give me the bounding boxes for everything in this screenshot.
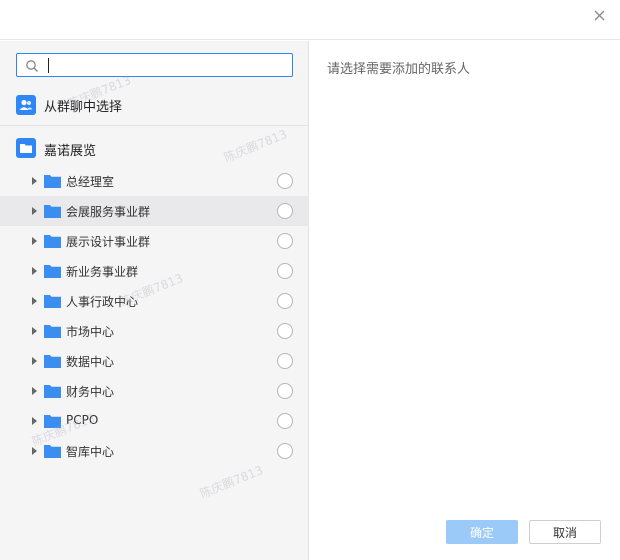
department-label: 财务中心 — [66, 385, 115, 399]
org-folder-icon — [16, 138, 36, 158]
department-label: PCPO — [66, 413, 99, 427]
department-label: 人事行政中心 — [66, 295, 139, 309]
folder-icon — [44, 355, 61, 368]
select-radio[interactable] — [277, 323, 293, 339]
expand-arrow-icon[interactable] — [32, 237, 37, 245]
expand-arrow-icon[interactable] — [32, 417, 37, 425]
confirm-button[interactable]: 确定 — [446, 520, 518, 544]
org-root-item[interactable]: 嘉诺展览 — [0, 133, 309, 163]
expand-arrow-icon[interactable] — [32, 297, 37, 305]
department-label: 智库中心 — [66, 445, 115, 459]
folder-icon — [44, 235, 61, 248]
department-row[interactable]: PCPO — [0, 406, 309, 436]
department-label: 总经理室 — [66, 175, 115, 189]
folder-icon — [44, 265, 61, 278]
folder-icon — [44, 325, 61, 338]
watermark: 陈庆鹏7813 — [197, 463, 265, 501]
folder-icon — [44, 205, 61, 218]
department-label: 展示设计事业群 — [66, 235, 151, 249]
expand-arrow-icon[interactable] — [32, 387, 37, 395]
text-caret — [48, 58, 49, 73]
expand-arrow-icon[interactable] — [32, 177, 37, 185]
department-row[interactable]: 总经理室 — [0, 166, 309, 196]
department-row[interactable]: 财务中心 — [0, 376, 309, 406]
select-radio[interactable] — [277, 203, 293, 219]
department-row[interactable]: 新业务事业群 — [0, 256, 309, 286]
department-row[interactable]: 会展服务事业群 — [0, 196, 309, 226]
expand-arrow-icon[interactable] — [32, 267, 37, 275]
select-radio[interactable] — [277, 443, 293, 459]
selection-hint: 请选择需要添加的联系人 — [327, 62, 471, 77]
org-root-label: 嘉诺展览 — [44, 144, 97, 159]
contact-picker-pane: 从群聊中选择 嘉诺展览 总经理室 会展服务事业群 展示设计事业群 新业务事业群 … — [0, 41, 309, 560]
folder-icon — [44, 415, 61, 428]
search-input[interactable] — [47, 56, 287, 74]
department-label: 数据中心 — [66, 355, 115, 369]
folder-icon — [44, 385, 61, 398]
group-select-label: 从群聊中选择 — [44, 100, 123, 115]
folder-icon — [44, 295, 61, 308]
department-row[interactable]: 人事行政中心 — [0, 286, 309, 316]
expand-arrow-icon[interactable] — [32, 357, 37, 365]
department-row[interactable]: 数据中心 — [0, 346, 309, 376]
select-from-group-chat-button[interactable]: 从群聊中选择 — [0, 87, 309, 123]
department-row[interactable]: 智库中心 — [0, 436, 309, 466]
close-button[interactable] — [588, 4, 610, 26]
select-radio[interactable] — [277, 233, 293, 249]
department-label: 会展服务事业群 — [66, 205, 151, 219]
search-box[interactable] — [16, 53, 293, 77]
select-radio[interactable] — [277, 173, 293, 189]
select-radio[interactable] — [277, 353, 293, 369]
search-icon — [26, 60, 38, 72]
folder-icon — [44, 175, 61, 188]
select-radio[interactable] — [277, 263, 293, 279]
department-list: 总经理室 会展服务事业群 展示设计事业群 新业务事业群 人事行政中心 市场中心 … — [0, 166, 309, 466]
expand-arrow-icon[interactable] — [32, 207, 37, 215]
close-icon — [594, 10, 604, 20]
group-chat-icon — [16, 95, 36, 115]
folder-icon — [44, 445, 61, 458]
department-label: 市场中心 — [66, 325, 115, 339]
select-radio[interactable] — [277, 413, 293, 429]
department-row[interactable]: 市场中心 — [0, 316, 309, 346]
expand-arrow-icon[interactable] — [32, 447, 37, 455]
dialog-titlebar — [0, 0, 620, 40]
select-radio[interactable] — [277, 383, 293, 399]
select-radio[interactable] — [277, 293, 293, 309]
expand-arrow-icon[interactable] — [32, 327, 37, 335]
cancel-button[interactable]: 取消 — [529, 520, 601, 544]
department-row[interactable]: 展示设计事业群 — [0, 226, 309, 256]
department-label: 新业务事业群 — [66, 265, 139, 279]
selected-contacts-pane: 请选择需要添加的联系人 确定 取消 — [310, 41, 620, 560]
divider — [0, 125, 309, 126]
